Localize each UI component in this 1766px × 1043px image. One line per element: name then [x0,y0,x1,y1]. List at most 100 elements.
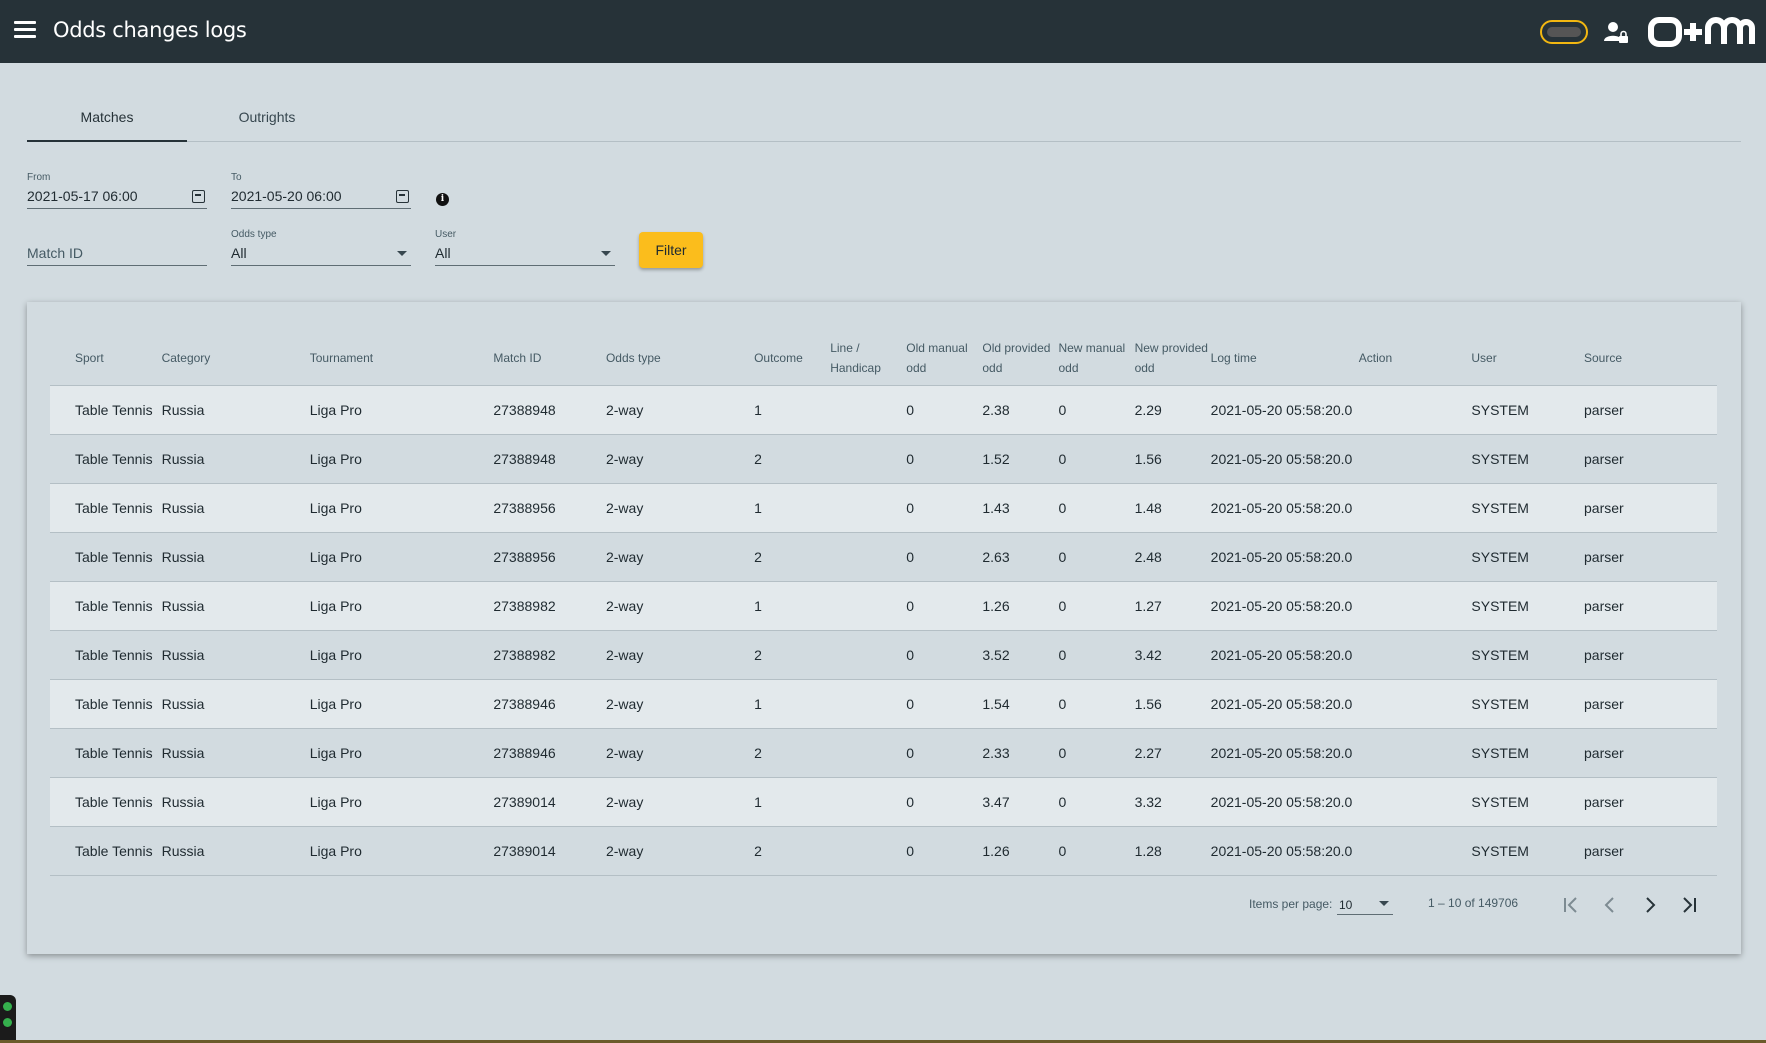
to-date-field[interactable]: To 2021-05-20 06:00 [231,172,411,209]
col-line-handicap[interactable]: Line / Handicap [830,332,907,386]
cell-new-provided-odd: 2.27 [1134,728,1211,778]
cell-line-handicap [830,826,907,876]
odds-type-value[interactable]: All [231,245,247,261]
col-source[interactable]: Source [1584,332,1717,386]
toggle-icon[interactable] [1540,20,1588,44]
cell-new-manual-odd: 0 [1058,581,1135,631]
cell-odds-type: 2-way [605,728,755,778]
col-sport[interactable]: Sport [50,332,162,386]
odds-type-select[interactable]: Odds type All [231,229,411,266]
user-lock-icon[interactable] [1603,19,1629,45]
filter-button[interactable]: Filter [639,232,703,268]
col-user[interactable]: User [1471,332,1584,386]
col-outcome[interactable]: Outcome [754,332,831,386]
cell-new-manual-odd: 0 [1058,385,1135,435]
user-select[interactable]: User All [435,229,615,266]
table-row[interactable]: Table Tennis Russia Liga Pro 27388982 2-way 1… [50,581,1717,631]
table-row[interactable]: Table Tennis Russia Liga Pro 27388982 2-way 2… [50,630,1717,680]
cell-new-provided-odd: 1.48 [1134,483,1211,533]
cell-action [1358,483,1472,533]
from-value[interactable]: 2021-05-17 06:00 [27,188,138,204]
cell-old-provided-odd: 2.63 [982,532,1059,582]
col-log-time[interactable]: Log time [1210,332,1359,386]
top-app-bar: Odds changes logs [0,0,1766,63]
table-row[interactable]: Table Tennis Russia Liga Pro 27388956 2-way 1… [50,483,1717,533]
cell-old-manual-odd: 0 [906,728,983,778]
cell-action [1358,532,1472,582]
tab-matches[interactable]: Matches [27,100,187,142]
from-date-field[interactable]: From 2021-05-17 06:00 [27,172,207,209]
col-new-manual-odd[interactable]: New manual odd [1058,332,1135,386]
cell-category: Russia [161,532,310,582]
next-page-button[interactable] [1635,890,1665,920]
cell-old-manual-odd: 0 [906,679,983,729]
col-old-manual-odd[interactable]: Old manual odd [906,332,983,386]
to-label: To [231,172,242,183]
cell-tournament: Liga Pro [309,728,494,778]
cell-old-provided-odd: 3.47 [982,777,1059,827]
cell-sport: Table Tennis [50,826,162,876]
cell-log-time: 2021-05-20 05:58:20.0 [1210,728,1359,778]
match-id-input[interactable]: Match ID [27,245,83,261]
col-action[interactable]: Action [1358,332,1472,386]
table-row[interactable]: Table Tennis Russia Liga Pro 27388948 2-way 1… [50,385,1717,435]
cell-source: parser [1584,581,1717,631]
table-row[interactable]: Table Tennis Russia Liga Pro 27388946 2-way 2… [50,728,1717,778]
col-old-provided-odd[interactable]: Old provided odd [982,332,1059,386]
match-id-field[interactable]: Match ID [27,229,207,266]
calendar-icon[interactable] [396,190,409,203]
table-row[interactable]: Table Tennis Russia Liga Pro 27388946 2-way 1… [50,679,1717,729]
cell-old-manual-odd: 0 [906,532,983,582]
cell-old-manual-odd: 0 [906,581,983,631]
cell-new-provided-odd: 3.42 [1134,630,1211,680]
last-page-button[interactable] [1675,890,1705,920]
cell-category: Russia [161,385,310,435]
cell-sport: Table Tennis [50,630,162,680]
table-row[interactable]: Table Tennis Russia Liga Pro 27388948 2-way 2… [50,434,1717,484]
table-row[interactable]: Table Tennis Russia Liga Pro 27389014 2-way 1… [50,777,1717,827]
chevron-down-icon[interactable] [601,251,611,256]
menu-icon[interactable] [14,21,36,39]
cell-match-id: 27389014 [493,826,606,876]
items-per-page-select[interactable]: 10 [1337,895,1393,915]
cell-category: Russia [161,434,310,484]
cell-user: SYSTEM [1471,483,1584,533]
cell-log-time: 2021-05-20 05:58:20.0 [1210,581,1359,631]
cell-log-time: 2021-05-20 05:58:20.0 [1210,630,1359,680]
items-per-page-value[interactable]: 10 [1337,898,1352,912]
cell-category: Russia [161,826,310,876]
cell-sport: Table Tennis [50,434,162,484]
cell-action [1358,826,1472,876]
col-tournament[interactable]: Tournament [309,332,494,386]
cell-new-provided-odd: 1.56 [1134,679,1211,729]
cell-category: Russia [161,630,310,680]
col-match-id[interactable]: Match ID [493,332,606,386]
cell-action [1358,630,1472,680]
previous-page-button[interactable] [1595,890,1625,920]
user-value[interactable]: All [435,245,451,261]
cell-line-handicap [830,728,907,778]
cell-odds-type: 2-way [605,385,755,435]
cell-user: SYSTEM [1471,630,1584,680]
chevron-down-icon[interactable] [1379,901,1389,906]
cell-new-manual-odd: 0 [1058,728,1135,778]
cell-user: SYSTEM [1471,728,1584,778]
col-new-provided-odd[interactable]: New provided odd [1134,332,1211,386]
col-odds-type[interactable]: Odds type [605,332,755,386]
table-row[interactable]: Table Tennis Russia Liga Pro 27389014 2-way 2… [50,826,1717,876]
to-value[interactable]: 2021-05-20 06:00 [231,188,342,204]
calendar-icon[interactable] [192,190,205,203]
table-row[interactable]: Table Tennis Russia Liga Pro 27388956 2-way 2… [50,532,1717,582]
logs-table: Sport Category Tournament Match ID Odds … [50,332,1717,876]
cell-tournament: Liga Pro [309,777,494,827]
cell-line-handicap [830,581,907,631]
cell-new-provided-odd: 2.48 [1134,532,1211,582]
col-category[interactable]: Category [161,332,310,386]
first-page-button[interactable] [1555,890,1585,920]
cell-odds-type: 2-way [605,777,755,827]
cell-tournament: Liga Pro [309,826,494,876]
tab-outrights[interactable]: Outrights [187,100,347,142]
cell-user: SYSTEM [1471,532,1584,582]
info-icon[interactable]: i [436,193,449,206]
chevron-down-icon[interactable] [397,251,407,256]
